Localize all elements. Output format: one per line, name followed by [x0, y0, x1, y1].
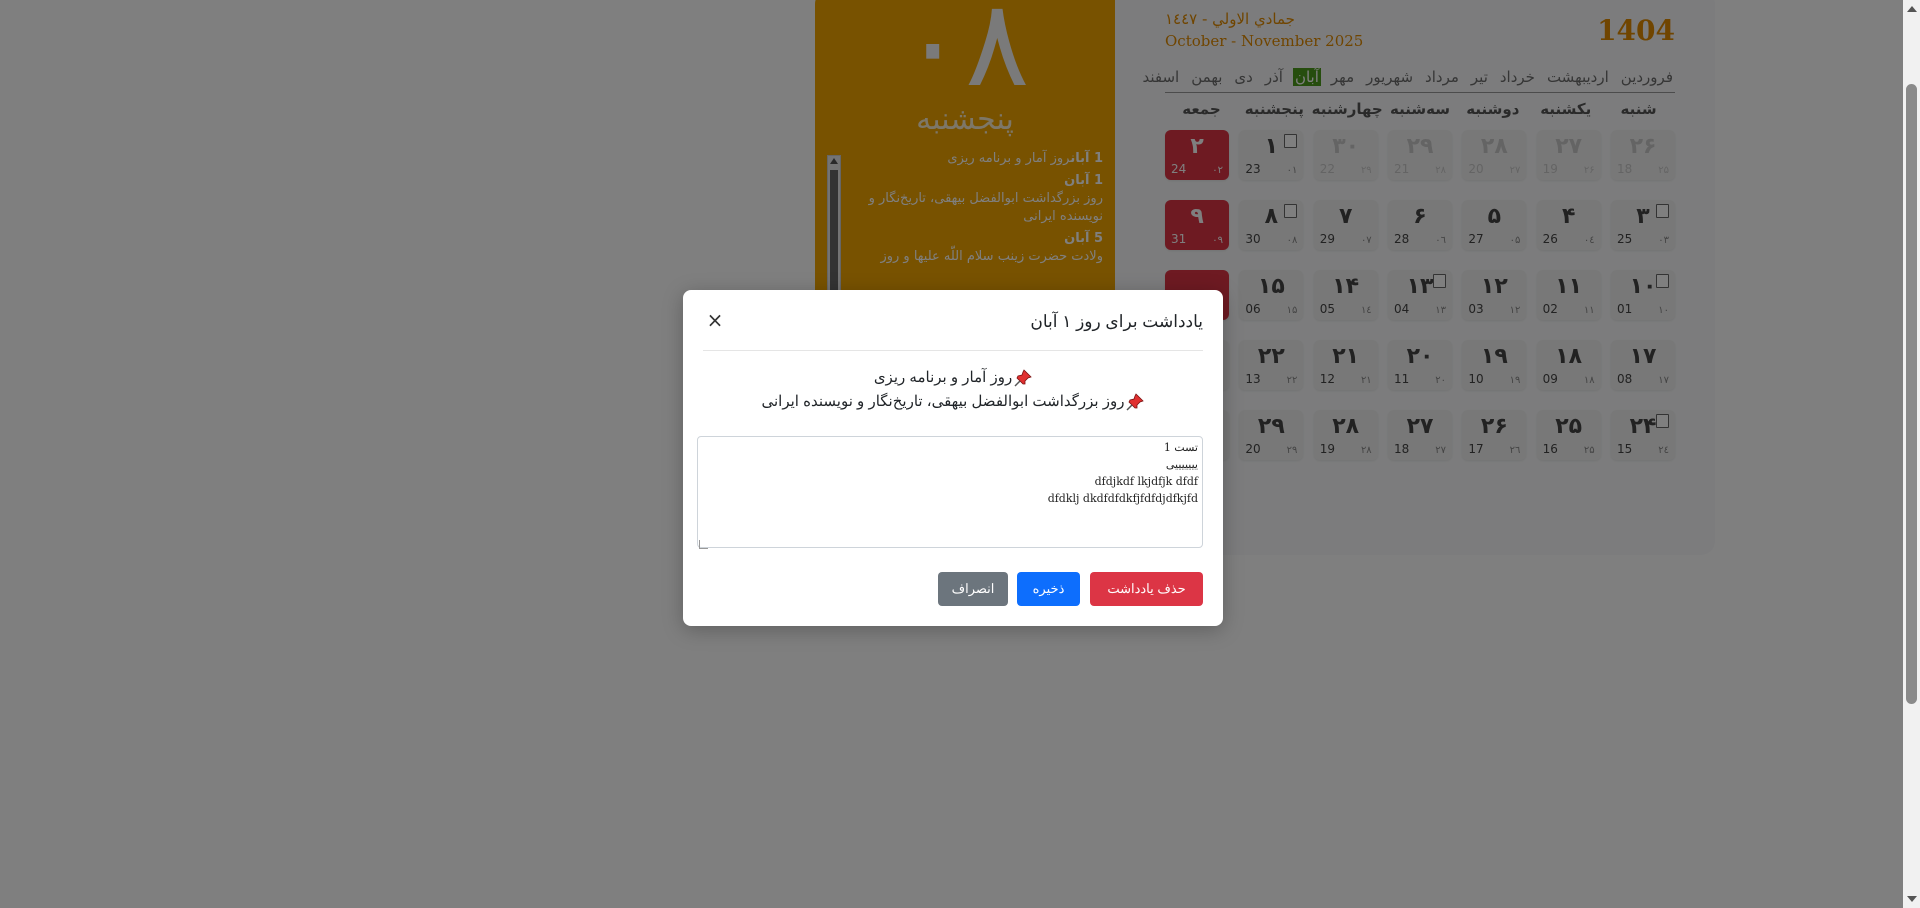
modal-footer: حذف یادداشت ذخیره انصراف: [703, 572, 1203, 606]
modal-event-text: روز آمار و برنامه ریزی: [873, 369, 1013, 386]
scroll-down-icon[interactable]: [1907, 896, 1917, 902]
modal-event-row: روز آمار و برنامه ریزی: [703, 366, 1203, 390]
modal-title: یادداشت برای روز ۱ آبان: [1030, 312, 1203, 331]
modal-events: روز آمار و برنامه ریزی روز بزرگداشت ابوا…: [703, 366, 1203, 414]
delete-note-button[interactable]: حذف یادداشت: [1090, 572, 1203, 606]
modal-event-text: روز بزرگداشت ابوالفضل بیهقی، تاریخ‌نگار …: [761, 393, 1125, 410]
save-button[interactable]: ذخیره: [1017, 572, 1080, 606]
pushpin-icon: [1014, 369, 1032, 387]
note-textarea[interactable]: [697, 436, 1203, 548]
pushpin-icon: [1126, 393, 1145, 411]
page-scroll-thumb[interactable]: [1906, 84, 1917, 704]
page-scrollbar[interactable]: [1903, 0, 1920, 908]
modal-header: یادداشت برای روز ۱ آبان ×: [703, 290, 1203, 351]
scroll-up-icon[interactable]: [1907, 6, 1917, 12]
resize-grip-icon[interactable]: [699, 540, 708, 549]
modal-event-row: روز بزرگداشت ابوالفضل بیهقی، تاریخ‌نگار …: [703, 390, 1203, 414]
cancel-button[interactable]: انصراف: [938, 572, 1008, 606]
note-modal: یادداشت برای روز ۱ آبان × روز آمار و برن…: [683, 290, 1223, 626]
close-icon[interactable]: ×: [703, 308, 727, 332]
